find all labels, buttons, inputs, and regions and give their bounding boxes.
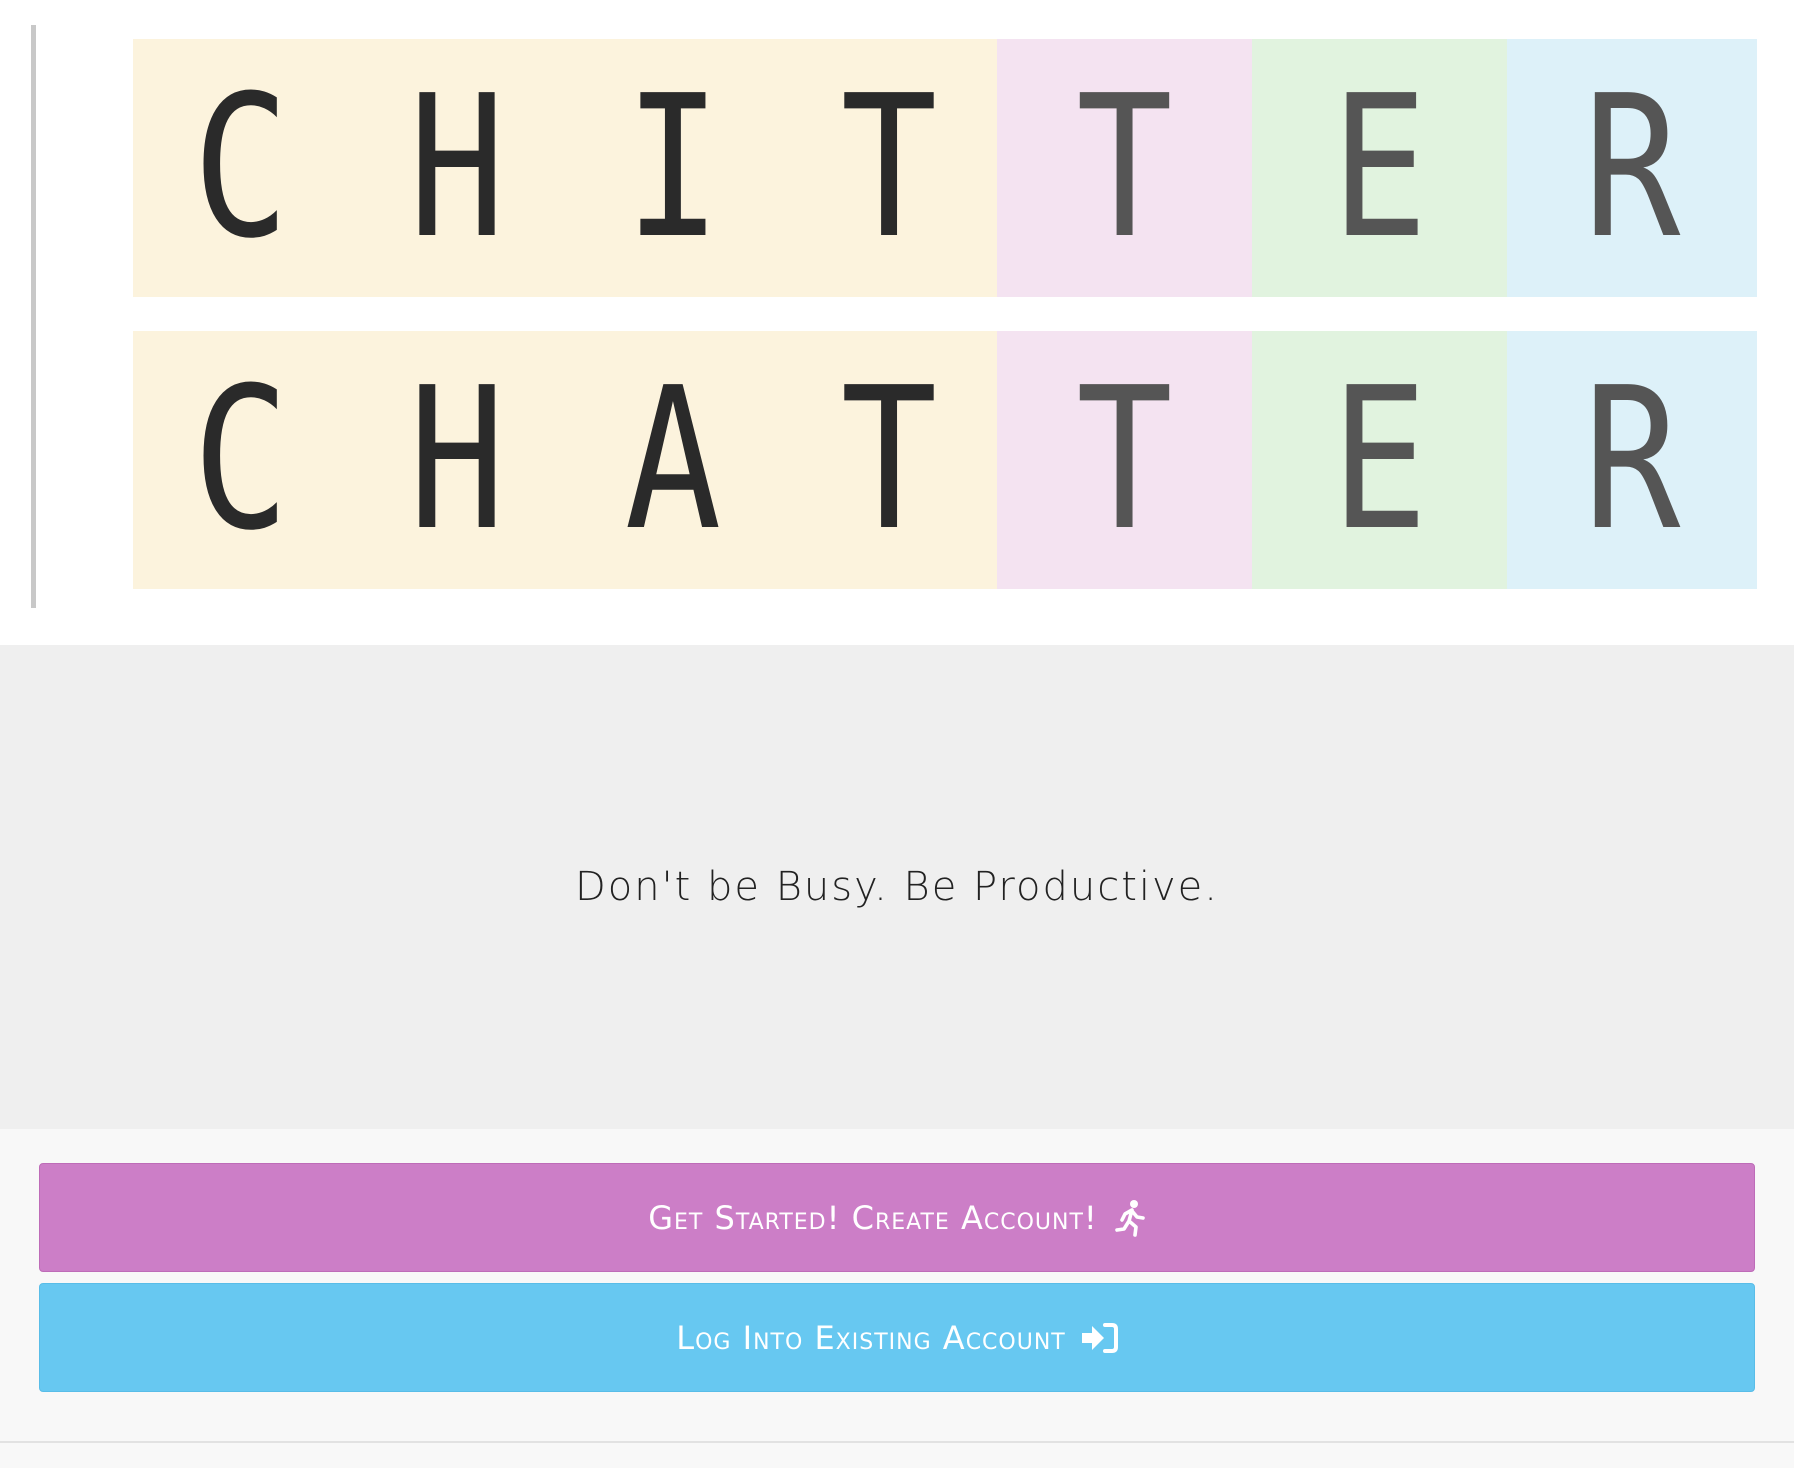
logo-letter: E — [1331, 54, 1428, 282]
login-label: Log Into Existing Account — [676, 1318, 1066, 1357]
footer-divider — [0, 1441, 1794, 1443]
logo-letter: H — [408, 54, 506, 282]
landing-page: C H I T T E R C H A T T E R Don't be Bus… — [0, 0, 1794, 1468]
logo-word-chatter: C H A T T E R — [133, 331, 1757, 589]
logo-letter: T — [1076, 346, 1173, 574]
create-account-button[interactable]: Get Started! Create Account! — [39, 1163, 1755, 1272]
logo-letter: H — [408, 346, 506, 574]
left-divider — [31, 25, 36, 608]
logo-letter: T — [840, 54, 938, 282]
logo-word-chitter: C H I T T E R — [133, 39, 1757, 297]
logo-header: C H I T T E R C H A T T E R — [0, 0, 1794, 645]
logo-segment-main: C H A T — [133, 331, 997, 589]
tagline: Don't be Busy. Be Productive. — [574, 864, 1219, 910]
create-account-label: Get Started! Create Account! — [648, 1198, 1098, 1237]
running-person-icon — [1112, 1199, 1146, 1237]
logo-letter: R — [1583, 346, 1681, 574]
logo-letter: I — [624, 54, 722, 282]
logo-letter: C — [192, 346, 290, 574]
logo-letter: E — [1331, 346, 1428, 574]
logo-segment-main: C H I T — [133, 39, 997, 297]
logo-letter: A — [624, 346, 722, 574]
logo-segment-green: E — [1252, 39, 1507, 297]
logo-letter: T — [1076, 54, 1173, 282]
logo-segment-blue: R — [1507, 331, 1757, 589]
logo-segment-pink: T — [997, 39, 1252, 297]
logo-segment-green: E — [1252, 331, 1507, 589]
login-button[interactable]: Log Into Existing Account — [39, 1283, 1755, 1392]
logo-letter: C — [192, 54, 290, 282]
logo-letter: R — [1583, 54, 1681, 282]
logo-segment-blue: R — [1507, 39, 1757, 297]
sign-in-icon — [1080, 1322, 1118, 1354]
logo-letter: T — [840, 346, 938, 574]
tagline-band: Don't be Busy. Be Productive. — [0, 645, 1794, 1129]
logo-segment-pink: T — [997, 331, 1252, 589]
